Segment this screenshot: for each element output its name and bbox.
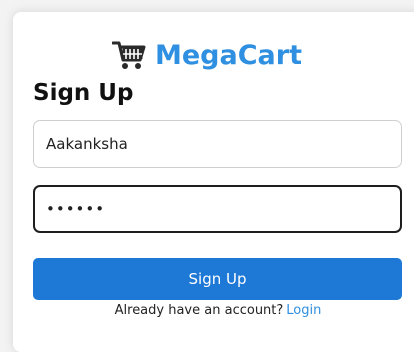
brand-header: MegaCart [13,38,401,72]
login-link[interactable]: Login [286,303,321,318]
brand-name: MegaCart [155,39,302,71]
password-input[interactable] [33,185,402,233]
sign-up-button[interactable]: Sign Up [33,258,402,300]
login-prompt-text: Already have an account? [114,303,284,318]
page-title: Sign Up [33,80,134,106]
login-prompt: Already have an account? Login [13,303,414,318]
shopping-cart-icon [112,41,146,69]
username-input[interactable] [33,120,402,168]
signup-card: MegaCart Sign Up Sign Up Already have an… [13,12,414,352]
